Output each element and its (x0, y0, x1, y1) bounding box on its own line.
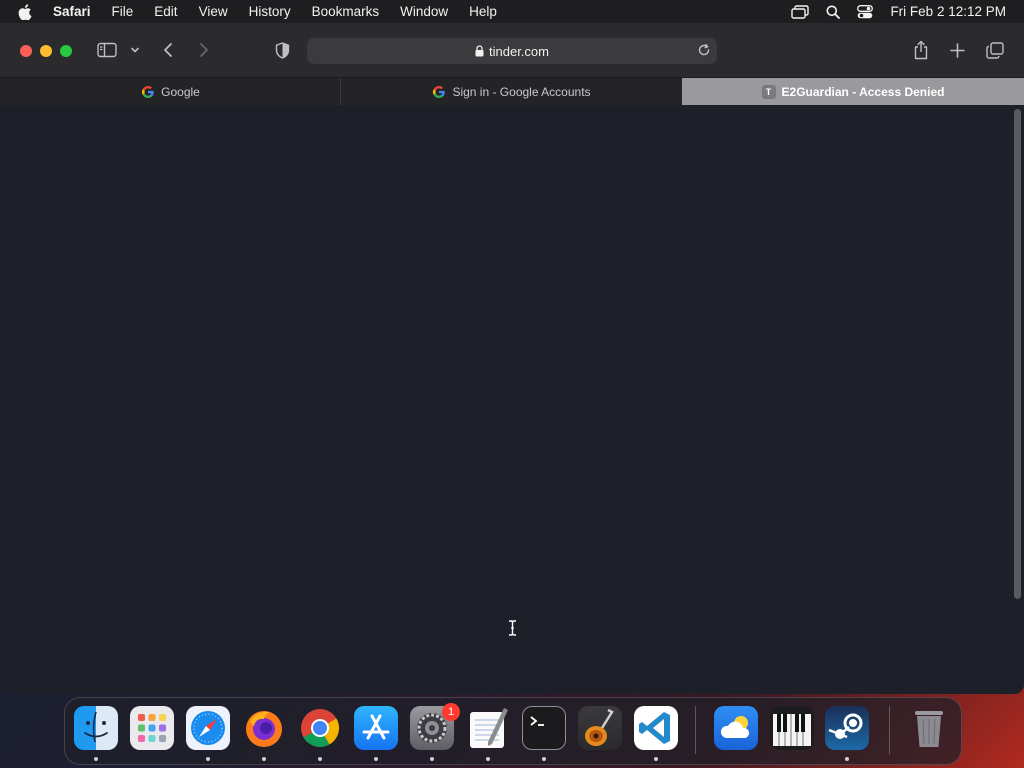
address-bar[interactable]: tinder.com (307, 38, 717, 64)
tab-bar: Google Sign in - Google Accounts T E2Gua… (0, 77, 1024, 106)
screen-mirroring-icon[interactable] (791, 4, 810, 19)
safari-icon[interactable] (186, 706, 230, 750)
tab-google-sign-in[interactable]: Sign in - Google Accounts (341, 78, 682, 106)
letter-t-favicon-text: T (761, 85, 776, 99)
dock-separator (889, 706, 890, 754)
steam-icon[interactable] (825, 706, 869, 750)
spotlight-search-icon[interactable] (826, 5, 841, 19)
address-bar-url: tinder.com (489, 43, 549, 59)
trash-icon[interactable] (907, 706, 951, 750)
text-cursor-icon (508, 620, 517, 641)
tab-google[interactable]: Google (0, 78, 341, 106)
firefox-running-indicator (262, 757, 266, 761)
chrome-icon[interactable] (298, 706, 342, 750)
menu-window[interactable]: Window (400, 4, 448, 19)
apple-menu-icon[interactable] (18, 3, 36, 20)
privacy-shield-icon[interactable] (275, 42, 290, 59)
control-center-icon[interactable] (857, 4, 874, 19)
terminal-running-indicator (542, 757, 546, 761)
tab-title: Sign in - Google Accounts (452, 85, 591, 99)
new-tab-plus-icon[interactable] (950, 43, 965, 58)
dock: 1 (64, 697, 962, 765)
piano-icon[interactable] (770, 706, 814, 750)
google-icon (141, 85, 155, 99)
app-store-icon[interactable] (354, 706, 398, 750)
dock-separator (695, 706, 696, 754)
tab-title: E2Guardian - Access Denied (781, 85, 945, 99)
minimize-window-button[interactable] (40, 45, 52, 57)
finder-running-indicator (94, 757, 98, 761)
vscode-icon[interactable] (634, 706, 678, 750)
reload-icon[interactable] (697, 43, 711, 57)
lock-icon (475, 45, 484, 57)
tab-title: Google (161, 85, 200, 99)
system-settings-running-indicator (430, 757, 434, 761)
textedit-icon[interactable] (466, 706, 510, 750)
back-chevron-icon[interactable] (162, 42, 174, 58)
share-icon[interactable] (913, 40, 929, 60)
menu-edit[interactable]: Edit (154, 4, 177, 19)
finder-icon[interactable] (74, 706, 118, 750)
menu-bar-clock[interactable]: Fri Feb 2 12:12 PM (890, 4, 1006, 19)
browser-toolbar: tinder.com (0, 23, 1024, 77)
web-page-content[interactable] (0, 105, 1024, 694)
sidebar-chevron-down-icon[interactable] (130, 46, 140, 54)
vscode-running-indicator (654, 757, 658, 761)
system-settings-badge: 1 (442, 703, 460, 721)
menu-file[interactable]: File (112, 4, 134, 19)
vertical-scrollbar[interactable] (1014, 109, 1021, 599)
close-window-button[interactable] (20, 45, 32, 57)
menu-view[interactable]: View (199, 4, 228, 19)
sidebar-toggle-icon[interactable] (97, 42, 117, 58)
garageband-icon[interactable] (578, 706, 622, 750)
menu-bar: Safari File Edit View History Bookmarks … (0, 0, 1024, 23)
letter-t-icon: T (761, 85, 776, 99)
app-store-running-indicator (374, 757, 378, 761)
tab-overview-icon[interactable] (986, 42, 1004, 59)
steam-running-indicator (845, 757, 849, 761)
firefox-icon[interactable] (242, 706, 286, 750)
tab-e2guardian-access-denied[interactable]: T E2Guardian - Access Denied (682, 78, 1024, 106)
forward-chevron-icon[interactable] (198, 42, 210, 58)
google-icon (432, 85, 446, 99)
menu-history[interactable]: History (249, 4, 291, 19)
weather-icon[interactable] (714, 706, 758, 750)
menu-app-name[interactable]: Safari (53, 4, 91, 19)
textedit-running-indicator (486, 757, 490, 761)
menu-bookmarks[interactable]: Bookmarks (312, 4, 380, 19)
terminal-icon[interactable] (522, 706, 566, 750)
menu-help[interactable]: Help (469, 4, 497, 19)
launchpad-icon[interactable] (130, 706, 174, 750)
zoom-window-button[interactable] (60, 45, 72, 57)
safari-running-indicator (206, 757, 210, 761)
safari-window: tinder.com Google Sign in - Google Accou… (0, 23, 1024, 694)
chrome-running-indicator (318, 757, 322, 761)
